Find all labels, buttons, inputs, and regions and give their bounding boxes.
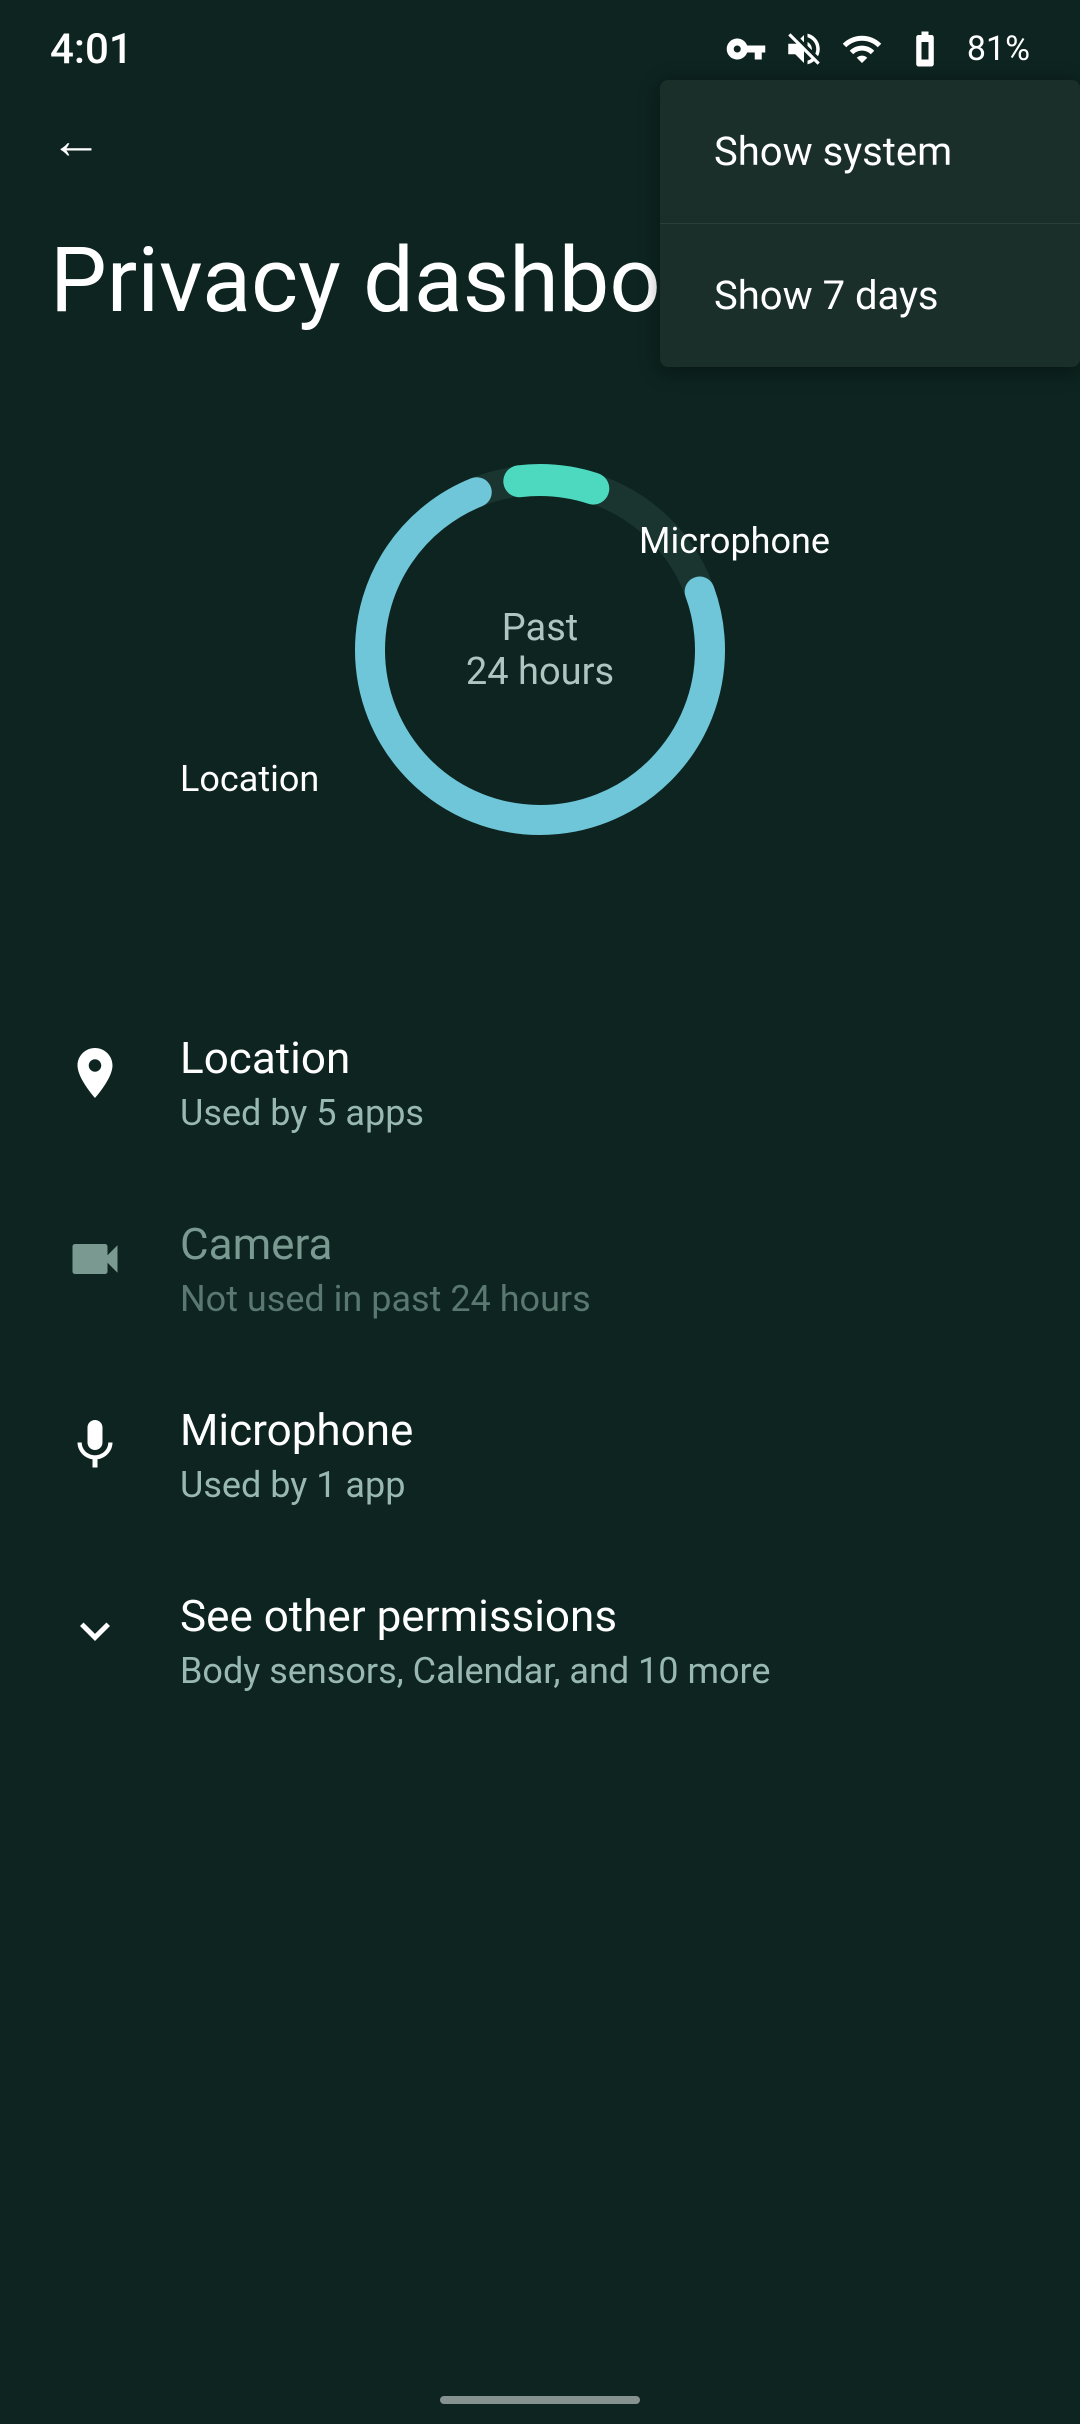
chart-center-text: Past 24 hours bbox=[466, 606, 614, 694]
permission-item-camera[interactable]: Camera Not used in past 24 hours bbox=[0, 1176, 1080, 1362]
microphone-icon bbox=[60, 1410, 130, 1480]
location-permission-desc: Used by 5 apps bbox=[180, 1092, 1020, 1134]
status-bar: 4:01 81% bbox=[0, 0, 1080, 80]
location-chart-label: Location bbox=[180, 758, 319, 800]
chart-label-past: Past bbox=[466, 606, 614, 650]
permission-list: Location Used by 5 apps Camera Not used … bbox=[0, 970, 1080, 1754]
location-permission-info: Location Used by 5 apps bbox=[180, 1032, 1020, 1134]
camera-permission-desc: Not used in past 24 hours bbox=[180, 1278, 1020, 1320]
back-button[interactable]: ← bbox=[50, 110, 102, 171]
dropdown-menu: Show system Show 7 days bbox=[660, 80, 1080, 367]
show-7-days-menu-item[interactable]: Show 7 days bbox=[660, 224, 1080, 367]
microphone-permission-info: Microphone Used by 1 app bbox=[180, 1404, 1020, 1506]
microphone-permission-desc: Used by 1 app bbox=[180, 1464, 1020, 1506]
chart-section: Past 24 hours Microphone Location bbox=[0, 350, 1080, 970]
permission-item-other[interactable]: See other permissions Body sensors, Cale… bbox=[0, 1548, 1080, 1734]
other-permission-name: See other permissions bbox=[180, 1590, 1020, 1642]
battery-percentage: 81% bbox=[967, 29, 1030, 69]
status-icons: 81% bbox=[725, 28, 1030, 70]
microphone-permission-name: Microphone bbox=[180, 1404, 1020, 1456]
permission-item-location[interactable]: Location Used by 5 apps bbox=[0, 990, 1080, 1176]
other-permission-info: See other permissions Body sensors, Cale… bbox=[180, 1590, 1020, 1692]
camera-permission-name: Camera bbox=[180, 1218, 1020, 1270]
other-permission-desc: Body sensors, Calendar, and 10 more bbox=[180, 1650, 1020, 1692]
battery-icon bbox=[899, 28, 951, 70]
chevron-down-icon bbox=[60, 1596, 130, 1666]
location-icon bbox=[60, 1038, 130, 1108]
camera-permission-info: Camera Not used in past 24 hours bbox=[180, 1218, 1020, 1320]
mute-icon bbox=[783, 28, 825, 70]
key-icon bbox=[725, 28, 767, 70]
top-bar: ← Show system Show 7 days bbox=[0, 80, 1080, 201]
permission-item-microphone[interactable]: Microphone Used by 1 app bbox=[0, 1362, 1080, 1548]
location-permission-name: Location bbox=[180, 1032, 1020, 1084]
home-indicator bbox=[440, 2396, 640, 2404]
microphone-chart-label: Microphone bbox=[639, 520, 830, 562]
wifi-icon bbox=[841, 28, 883, 70]
show-system-menu-item[interactable]: Show system bbox=[660, 80, 1080, 224]
status-time: 4:01 bbox=[50, 25, 133, 74]
chart-label-hours: 24 hours bbox=[466, 650, 614, 694]
camera-icon bbox=[60, 1224, 130, 1294]
donut-chart: Past 24 hours Microphone Location bbox=[310, 420, 770, 880]
